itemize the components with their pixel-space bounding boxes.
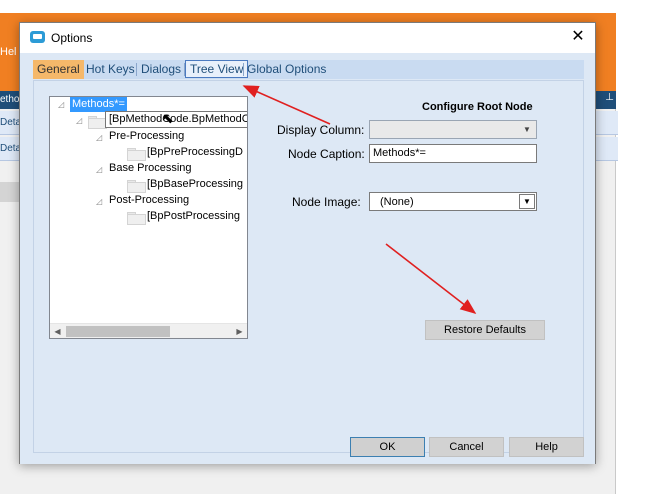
annotation-arrow [385,243,477,314]
annotation-overlay [242,85,477,314]
annotation-arrow [242,85,331,125]
